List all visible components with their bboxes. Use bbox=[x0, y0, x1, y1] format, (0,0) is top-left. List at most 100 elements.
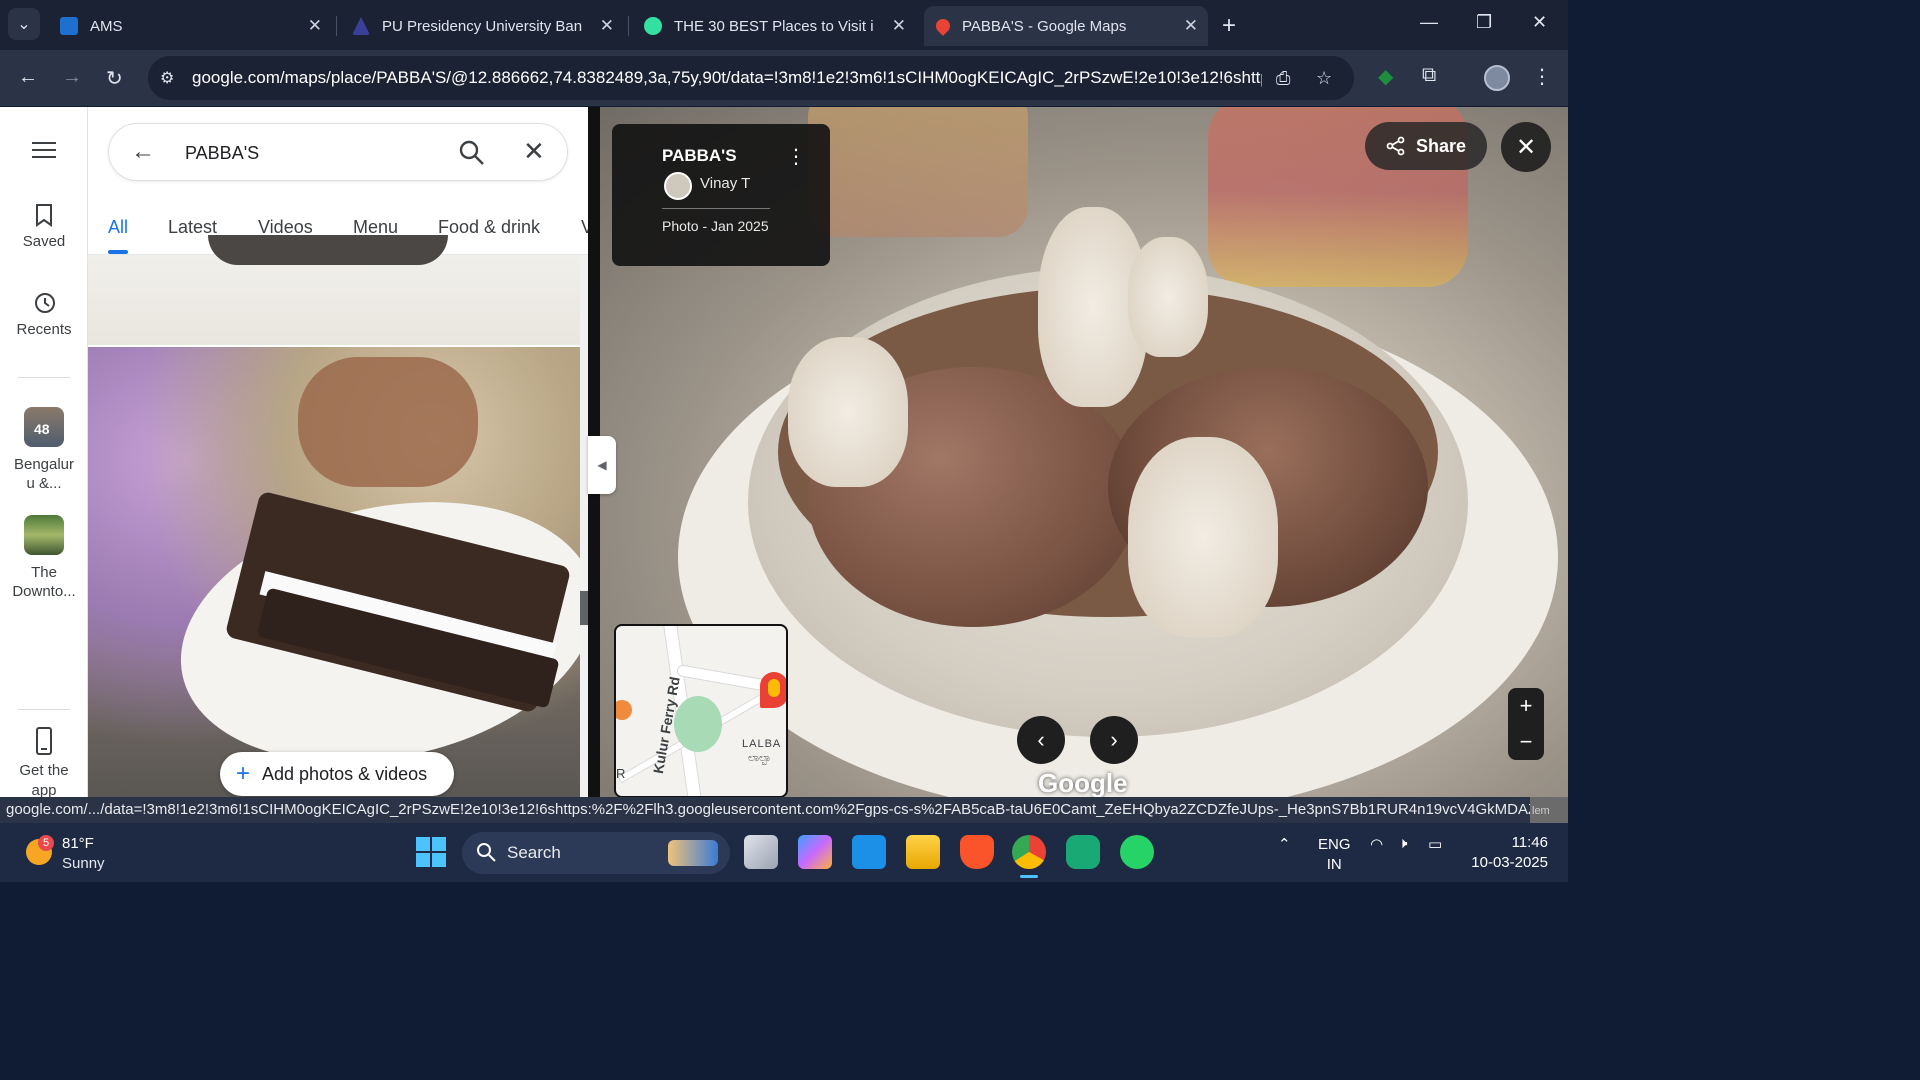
photo-info-card: PABBA'S ⋮ Vinay T Photo - Jan 2025 bbox=[612, 124, 830, 266]
tab-strip: ⌄ AMS ✕ PU Presidency University Banga ✕… bbox=[0, 0, 1568, 50]
close-tab-icon[interactable]: ✕ bbox=[308, 16, 322, 36]
clear-search-icon[interactable]: ✕ bbox=[523, 136, 545, 167]
tab-food-drink[interactable]: Food & drink bbox=[438, 217, 540, 238]
zoom-controls: + − bbox=[1508, 688, 1544, 760]
recent-place-downtown[interactable]: The Downto... bbox=[0, 515, 88, 601]
status-url: google.com/.../data=!3m8!1e2!3m6!1sCIHM0… bbox=[6, 801, 1530, 818]
new-tab-button[interactable]: + bbox=[1222, 12, 1236, 40]
share-button[interactable]: Share bbox=[1365, 122, 1487, 170]
tab-presidency[interactable]: PU Presidency University Banga ✕ bbox=[340, 6, 624, 46]
collapse-panel-button[interactable]: ◀ bbox=[588, 436, 616, 494]
task-view-icon[interactable] bbox=[744, 835, 778, 869]
whatsapp-icon[interactable] bbox=[1120, 835, 1154, 869]
area-label-local: ಲಾಲ್ಬಾ bbox=[748, 752, 772, 764]
panel-scrollbar[interactable] bbox=[580, 255, 588, 797]
close-window-icon[interactable]: ✕ bbox=[1532, 12, 1547, 33]
tab-all[interactable]: All bbox=[108, 217, 128, 238]
browser-toolbar: ← → ↻ ⚙ google.com/maps/place/PABBA'S/@1… bbox=[0, 50, 1568, 106]
ams-favicon-icon bbox=[60, 17, 78, 35]
close-tab-icon[interactable]: ✕ bbox=[600, 16, 614, 36]
photo-thumbnail[interactable] bbox=[88, 235, 580, 345]
wifi-icon[interactable]: ◠ bbox=[1370, 835, 1383, 853]
chevron-down-icon: ⌄ bbox=[17, 16, 31, 33]
downtown-thumbnail bbox=[24, 515, 64, 555]
extension-icon[interactable]: ◆ bbox=[1378, 64, 1393, 89]
bookmark-star-icon[interactable]: ☆ bbox=[1316, 68, 1332, 89]
google-logo: Google bbox=[1038, 768, 1128, 798]
battery-icon[interactable]: ▭ bbox=[1428, 835, 1442, 853]
photo-thumbnail-cake[interactable] bbox=[88, 347, 580, 797]
menu-button[interactable] bbox=[0, 141, 88, 165]
copilot-icon[interactable] bbox=[798, 835, 832, 869]
recent-place-bengaluru[interactable]: 48 Bengalur u &... bbox=[0, 407, 88, 493]
active-tab-indicator bbox=[108, 250, 128, 254]
back-arrow-icon[interactable]: ← bbox=[131, 138, 155, 166]
menu-kebab-icon[interactable]: ⋮ bbox=[1532, 64, 1552, 89]
install-app-icon[interactable]: ⎙ bbox=[1276, 68, 1290, 89]
clock-date: 10-03-2025 bbox=[1471, 854, 1548, 871]
search-icon[interactable] bbox=[459, 140, 485, 166]
more-options-icon[interactable]: ⋮ bbox=[786, 144, 806, 169]
get-app-button[interactable]: Get the app bbox=[0, 727, 88, 801]
recents-button[interactable]: Recents bbox=[0, 291, 88, 338]
taskbar-search[interactable]: Search bbox=[462, 832, 730, 874]
add-photos-label: Add photos & videos bbox=[262, 763, 428, 784]
tripadvisor-favicon-icon bbox=[644, 17, 662, 35]
chevron-left-icon: ‹ bbox=[1037, 727, 1045, 752]
tab-more[interactable]: V bbox=[581, 217, 588, 238]
pegman-icon[interactable] bbox=[760, 672, 786, 708]
close-tab-icon[interactable]: ✕ bbox=[892, 16, 906, 36]
start-button[interactable] bbox=[416, 837, 446, 867]
app-icon-green[interactable] bbox=[1066, 835, 1100, 869]
url-text[interactable]: google.com/maps/place/PABBA'S/@12.886662… bbox=[192, 68, 1262, 88]
clock-time: 11:46 bbox=[1511, 834, 1548, 851]
zoom-in-button[interactable]: + bbox=[1508, 688, 1544, 724]
notification-badge: 5 bbox=[38, 835, 54, 851]
close-tab-icon[interactable]: ✕ bbox=[1184, 16, 1198, 36]
back-button[interactable]: ← bbox=[18, 66, 38, 89]
next-photo-button[interactable]: › bbox=[1090, 716, 1138, 764]
profile-avatar[interactable] bbox=[1484, 65, 1510, 91]
system-clock[interactable]: 11:46 10-03-2025 bbox=[1466, 833, 1548, 873]
minimize-icon[interactable]: — bbox=[1420, 12, 1438, 33]
search-input[interactable] bbox=[185, 140, 435, 166]
tab-tripadvisor[interactable]: THE 30 BEST Places to Visit in M ✕ bbox=[632, 6, 916, 46]
bookmark-icon bbox=[36, 204, 52, 227]
chevron-up-icon[interactable]: ⌃ bbox=[1278, 835, 1291, 853]
add-photos-button[interactable]: + Add photos & videos bbox=[220, 752, 454, 796]
author-name[interactable]: Vinay T bbox=[700, 175, 750, 192]
zoom-out-button[interactable]: − bbox=[1508, 724, 1544, 760]
tab-title: PU Presidency University Banga bbox=[382, 17, 582, 35]
recent-label: Bengalur u &... bbox=[13, 456, 75, 492]
forward-button[interactable]: → bbox=[62, 66, 82, 89]
tab-google-maps[interactable]: PABBA'S - Google Maps ✕ bbox=[924, 6, 1208, 46]
extensions-puzzle-icon[interactable]: ⧉ bbox=[1422, 64, 1436, 87]
speaker-muted-icon[interactable]: 🕨 bbox=[1398, 835, 1407, 852]
language-indicator[interactable]: ENG IN bbox=[1318, 835, 1351, 875]
file-explorer-icon[interactable] bbox=[906, 835, 940, 869]
previous-photo-button[interactable]: ‹ bbox=[1017, 716, 1065, 764]
tab-ams[interactable]: AMS ✕ bbox=[48, 6, 332, 46]
site-info-icon[interactable]: ⚙ bbox=[160, 68, 180, 88]
place-name[interactable]: PABBA'S bbox=[662, 146, 737, 166]
bengaluru-thumbnail: 48 bbox=[24, 407, 64, 447]
brave-browser-icon[interactable] bbox=[960, 835, 994, 869]
plus-icon: + bbox=[236, 760, 251, 787]
place-photos-panel: ← ✕ All Latest Videos Menu Food & drink … bbox=[88, 107, 588, 797]
address-bar[interactable]: ⚙ google.com/maps/place/PABBA'S/@12.8866… bbox=[148, 56, 1354, 100]
tab-title: PABBA'S - Google Maps bbox=[962, 17, 1127, 35]
reload-button[interactable]: ↻ bbox=[106, 66, 123, 91]
restore-icon[interactable]: ❐ bbox=[1476, 12, 1492, 33]
maps-left-rail: Saved Recents 48 Bengalur u &... The Dow… bbox=[0, 107, 88, 799]
search-box: ← ✕ bbox=[108, 123, 568, 181]
close-viewer-button[interactable]: ✕ bbox=[1501, 122, 1551, 172]
chrome-icon[interactable] bbox=[1012, 835, 1046, 869]
tab-search-button[interactable]: ⌄ bbox=[8, 8, 40, 40]
presidency-favicon-icon bbox=[352, 17, 370, 35]
saved-button[interactable]: Saved bbox=[0, 203, 88, 250]
street-minimap[interactable]: Kulur Ferry Rd LALBA ಲಾಲ್ಬಾ R bbox=[614, 624, 788, 798]
area-label: LALBA bbox=[742, 738, 782, 750]
author-avatar[interactable] bbox=[664, 172, 692, 200]
vscode-icon[interactable] bbox=[852, 835, 886, 869]
weather-condition: Sunny bbox=[62, 855, 105, 872]
